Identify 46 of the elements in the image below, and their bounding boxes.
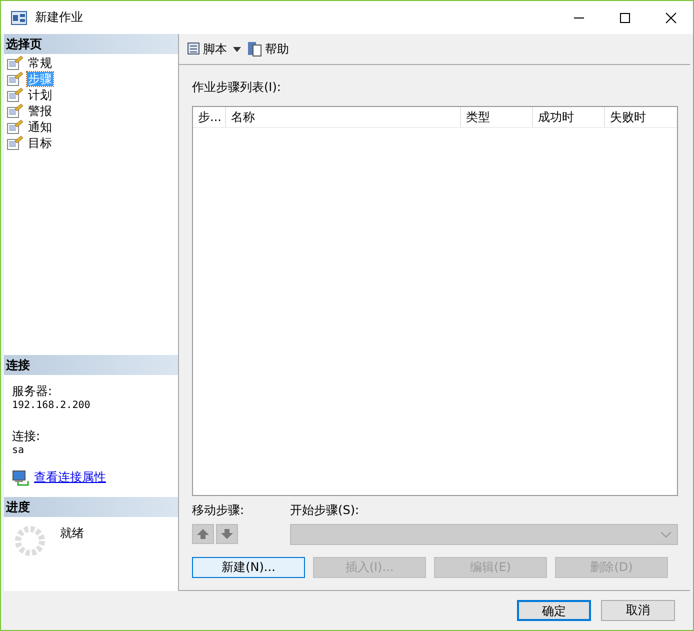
page-item[interactable]: 计划 xyxy=(27,88,53,102)
action-button[interactable]: 新建(N)... xyxy=(192,557,305,578)
scroll-icon xyxy=(185,41,201,58)
page-icon xyxy=(7,120,23,134)
page-icon xyxy=(7,104,23,118)
window-title: 新建作业 xyxy=(35,9,83,26)
section-header: 进度 xyxy=(4,497,178,518)
section-header: 选择页 xyxy=(4,34,178,54)
script-button[interactable]: 脚本 xyxy=(185,40,227,58)
steps-list-label: 作业步骤列表(I): xyxy=(192,79,282,96)
page-item[interactable]: 通知 xyxy=(27,120,53,134)
page-icon xyxy=(7,72,23,86)
page-icon xyxy=(7,88,23,102)
up-arrow-icon xyxy=(197,529,209,540)
down-arrow-icon xyxy=(221,529,233,540)
page-item[interactable]: 警报 xyxy=(27,104,53,118)
close-icon[interactable] xyxy=(665,12,677,24)
help-document-icon xyxy=(247,41,263,58)
column-header[interactable]: 类型 xyxy=(461,107,533,128)
start-step-label: 开始步骤(S): xyxy=(290,502,360,520)
page-item[interactable]: 目标 xyxy=(27,136,53,150)
move-steps-label: 移动步骤: xyxy=(192,502,244,520)
page-item[interactable]: 常规 xyxy=(27,56,53,70)
dropdown-caret-icon[interactable] xyxy=(233,46,241,52)
help-button[interactable]: 帮助 xyxy=(247,40,289,58)
connection-properties-link[interactable]: 查看连接属性 xyxy=(34,469,106,486)
chevron-down-icon xyxy=(661,532,671,538)
column-header[interactable]: 失败时 xyxy=(605,107,677,128)
page-icon xyxy=(7,136,23,150)
section-header: 连接 xyxy=(4,355,178,376)
connection-icon xyxy=(12,470,30,486)
dialog-button[interactable]: 取消 xyxy=(601,600,675,622)
page-icon xyxy=(7,56,23,70)
column-header[interactable]: 成功时 xyxy=(533,107,605,128)
column-header[interactable]: 步... xyxy=(193,107,226,128)
dialog-button[interactable]: 确定 xyxy=(517,600,591,622)
maximize-icon[interactable] xyxy=(619,12,631,24)
progress-status: 就绪 xyxy=(60,525,84,542)
column-header[interactable]: 名称 xyxy=(226,107,461,128)
spinner-icon xyxy=(14,525,46,558)
app-icon xyxy=(11,10,27,25)
login-value: sa xyxy=(12,445,26,458)
steps-table[interactable]: 步... 名称 类型 成功时 失败时 xyxy=(192,106,678,496)
server-value: 192.168.2.200 xyxy=(12,400,92,412)
server-label: 服务器: xyxy=(12,383,54,400)
login-label: 连接: xyxy=(12,428,42,446)
